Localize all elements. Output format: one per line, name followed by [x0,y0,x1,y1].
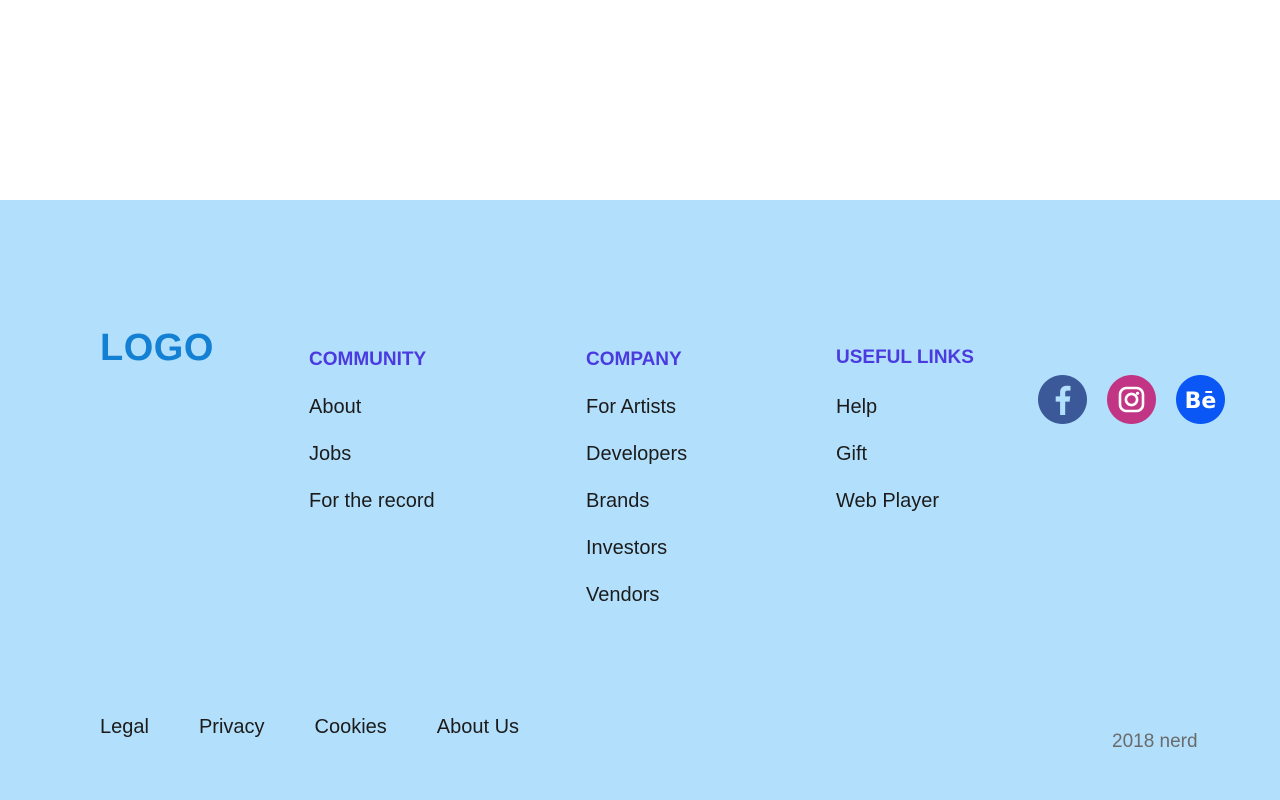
facebook-icon [1055,385,1071,415]
footer-column-useful-links: USEFUL LINKS Help Gift Web Player [836,344,974,534]
column-heading-useful-links: USEFUL LINKS [836,347,974,368]
instagram-icon [1118,386,1145,413]
footer-link-investors[interactable]: Investors [586,534,687,562]
svg-text:Bē: Bē [1185,389,1217,414]
footer-column-community: COMMUNITY About Jobs For the record [309,346,435,534]
cookies-link[interactable]: Cookies [315,713,387,741]
footer-link-help[interactable]: Help [836,393,974,421]
footer-column-company: COMPANY For Artists Developers Brands In… [586,346,687,628]
footer-link-web-player[interactable]: Web Player [836,487,974,515]
footer-link-vendors[interactable]: Vendors [586,581,687,609]
copyright-text: 2018 nerd [1112,731,1198,752]
footer-link-gift[interactable]: Gift [836,440,974,468]
footer-link-brands[interactable]: Brands [586,487,687,515]
column-heading-company: COMPANY [586,349,682,370]
column-heading-community: COMMUNITY [309,349,427,370]
privacy-link[interactable]: Privacy [199,713,265,741]
instagram-button[interactable] [1107,375,1156,424]
legal-link[interactable]: Legal [100,713,149,741]
social-links: Bē [1038,375,1225,424]
footer-link-for-the-record[interactable]: For the record [309,487,435,515]
footer-logo[interactable]: LOGO [100,326,214,370]
facebook-button[interactable] [1038,375,1087,424]
about-us-link[interactable]: About Us [437,713,519,741]
legal-links: Legal Privacy Cookies About Us [100,713,519,741]
behance-icon: Bē [1185,389,1217,414]
footer-link-developers[interactable]: Developers [586,440,687,468]
footer-link-jobs[interactable]: Jobs [309,440,435,468]
top-blank-area [0,0,1280,200]
behance-button[interactable]: Bē [1176,375,1225,424]
site-footer: LOGO COMMUNITY About Jobs For the record… [0,200,1280,800]
footer-link-about[interactable]: About [309,393,435,421]
footer-link-for-artists[interactable]: For Artists [586,393,687,421]
